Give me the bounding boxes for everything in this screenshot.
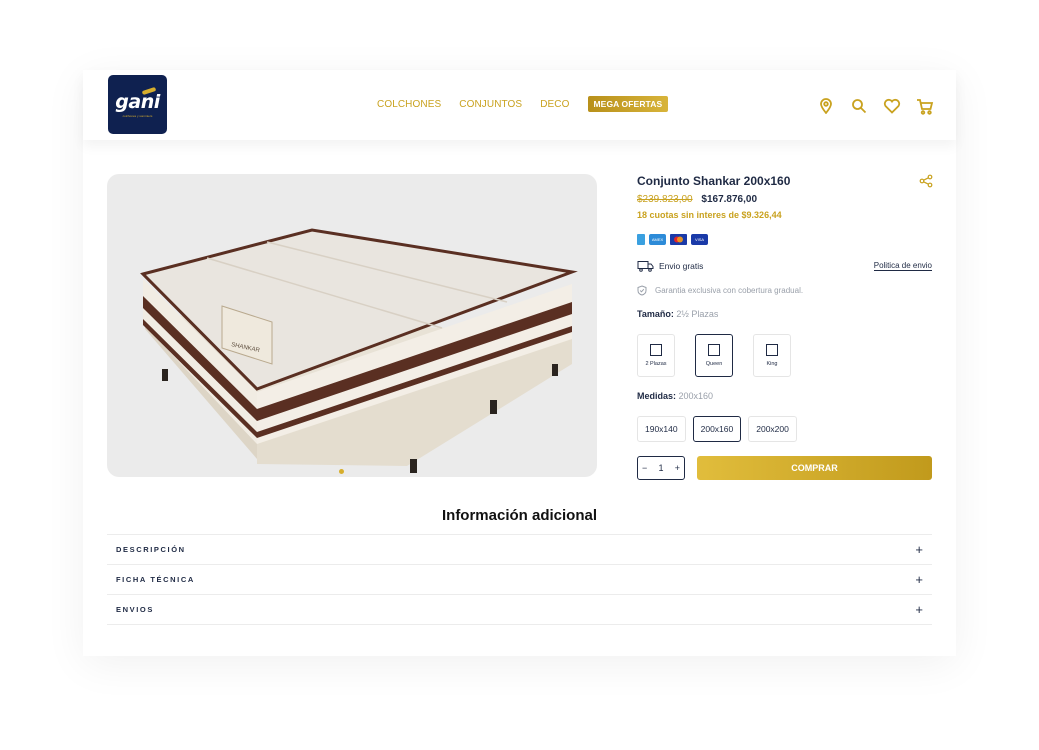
current-price: $167.876,00 [701, 194, 758, 205]
installments-text: 18 cuotas sin interes de $9.326,44 [637, 210, 782, 220]
carousel-dot-active[interactable] [339, 469, 344, 474]
product-image-carousel[interactable]: SHANKAR [107, 174, 597, 477]
payment-methods: AMEX VISA [637, 234, 708, 245]
search-icon[interactable] [849, 96, 869, 116]
size-options: 2 Plazas Queen King [637, 334, 791, 377]
old-price: $239.823,00 [637, 194, 693, 205]
plus-icon[interactable]: + [915, 542, 923, 557]
measure-option-200x160[interactable]: 200x160 [692, 416, 742, 442]
product-page-card: gani colchones y sommiers COLCHONES CONJ… [83, 70, 956, 656]
nav-item-conjuntos[interactable]: CONJUNTOS [459, 99, 522, 110]
measure-label-line: Medidas: 200x160 [637, 391, 713, 401]
accordion-envios[interactable]: ENVIOS + [107, 594, 932, 624]
qty-decrease-button[interactable]: − [642, 463, 647, 473]
brand-logo[interactable]: gani colchones y sommiers [108, 75, 167, 134]
truck-icon [637, 261, 654, 272]
main-nav: COLCHONES CONJUNTOS DECO MEGA OFERTAS [377, 96, 669, 112]
measure-value: 200x160 [678, 391, 714, 401]
share-icon[interactable] [919, 174, 933, 188]
accordion-ficha-tecnica[interactable]: FICHA TÉCNICA + [107, 564, 932, 594]
shield-check-icon [637, 285, 647, 296]
measure-label: Medidas: [637, 391, 677, 401]
size-value: 2½ Plazas [676, 309, 719, 319]
accordion-label: DESCRIPCIÓN [116, 545, 186, 554]
mattress-image: SHANKAR [140, 228, 578, 473]
logo-tagline: colchones y sommiers [122, 114, 153, 118]
warranty-text: Garantia exclusiva con cobertura gradual… [655, 286, 804, 295]
quantity-stepper: − 1 + [637, 456, 685, 480]
site-header: gani colchones y sommiers COLCHONES CONJ… [83, 70, 956, 140]
nav-item-deco[interactable]: DECO [540, 99, 569, 110]
nav-item-mega-ofertas[interactable]: MEGA OFERTAS [587, 96, 669, 112]
mercadopago-icon [637, 234, 645, 245]
measure-options: 190x140 200x160 200x200 [637, 416, 797, 442]
amex-icon: AMEX [649, 234, 666, 245]
product-title: Conjunto Shankar 200x160 [637, 174, 791, 188]
buy-button[interactable]: COMPRAR [697, 456, 932, 480]
accordion-label: FICHA TÉCNICA [116, 575, 195, 584]
plus-icon[interactable]: + [915, 602, 923, 617]
size-option-label: 2 Plazas [645, 361, 667, 367]
accordion-divider [107, 624, 932, 625]
qty-increase-button[interactable]: + [675, 463, 680, 473]
logo-wordmark: gani [115, 91, 160, 113]
shipping-row: Envio gratis Politica de envio [637, 260, 932, 272]
warranty-row: Garantia exclusiva con cobertura gradual… [637, 285, 803, 296]
price-row: $239.823,00 $167.876,00 [637, 194, 757, 205]
size-option-queen[interactable]: Queen [695, 334, 733, 377]
measure-option-200x200[interactable]: 200x200 [748, 416, 797, 442]
accordion-label: ENVIOS [116, 605, 154, 614]
bed-outline-icon [650, 344, 662, 356]
shipping-policy-link[interactable]: Politica de envio [873, 261, 932, 271]
shipping-label: Envio gratis [659, 261, 704, 271]
additional-info-title: Información adicional [441, 507, 598, 524]
size-option-2-plazas[interactable]: 2 Plazas [637, 334, 675, 377]
size-option-label: King [766, 361, 778, 367]
plus-icon[interactable]: + [915, 572, 923, 587]
size-option-label: Queen [705, 361, 723, 367]
size-option-king[interactable]: King [753, 334, 791, 377]
mastercard-icon [670, 234, 687, 245]
size-label: Tamaño: [637, 309, 674, 319]
header-actions [816, 96, 935, 116]
size-label-line: Tamaño: 2½ Plazas [637, 309, 718, 319]
bed-outline-icon [708, 344, 720, 356]
heart-icon[interactable] [882, 96, 902, 116]
qty-value[interactable]: 1 [658, 463, 663, 473]
accordion-descripcion[interactable]: DESCRIPCIÓN + [107, 534, 932, 564]
cart-icon[interactable] [915, 96, 935, 116]
location-pin-icon[interactable] [816, 96, 836, 116]
measure-option-190x140[interactable]: 190x140 [637, 416, 686, 442]
bed-outline-icon [766, 344, 778, 356]
nav-item-colchones[interactable]: COLCHONES [377, 99, 441, 110]
visa-icon: VISA [691, 234, 708, 245]
